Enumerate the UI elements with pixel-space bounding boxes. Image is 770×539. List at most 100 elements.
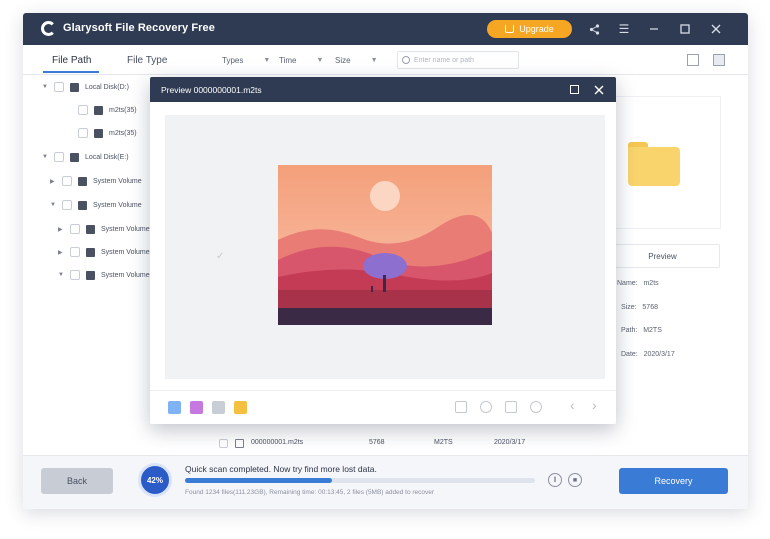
zoom-out-icon[interactable]: [530, 401, 542, 413]
info-label: Size:: [621, 304, 637, 311]
fit-screen-icon[interactable]: [455, 401, 467, 413]
info-row: Date: 2020/3/17: [621, 351, 675, 358]
checkbox[interactable]: [62, 176, 72, 186]
expand-arrow-icon[interactable]: ▼: [50, 202, 56, 208]
next-icon[interactable]: ›: [592, 397, 597, 413]
video-tool-icon[interactable]: [190, 401, 203, 414]
expand-arrow-icon[interactable]: ▶: [58, 249, 64, 256]
folder-icon: [78, 200, 87, 210]
size-filter-label: Size: [335, 55, 351, 65]
search-input[interactable]: Enter name or path: [397, 51, 519, 69]
app-logo-icon: [41, 21, 56, 36]
minimize-icon[interactable]: [645, 20, 663, 38]
grid-view-icon[interactable]: [687, 54, 699, 66]
time-filter[interactable]: Time ▼: [279, 52, 323, 68]
audio-tool-icon[interactable]: [234, 401, 247, 414]
previous-icon[interactable]: ‹: [570, 397, 575, 413]
folder-icon: [94, 105, 103, 115]
document-tool-icon[interactable]: [212, 401, 225, 414]
expand-arrow-icon[interactable]: ▼: [58, 272, 64, 278]
drive-icon: [70, 152, 79, 162]
file-type: M2TS: [434, 439, 453, 446]
close-icon[interactable]: [707, 20, 725, 38]
preview-image: [278, 165, 492, 325]
recovery-button[interactable]: Recovery: [619, 468, 728, 494]
file-name: 000000001.m2ts: [251, 439, 304, 446]
scan-progress-fill: [185, 478, 332, 483]
checkbox[interactable]: [54, 152, 64, 162]
types-filter[interactable]: Types ▼: [222, 52, 270, 68]
tree-item[interactable]: ▼ System Volume: [50, 198, 142, 212]
tree-item[interactable]: ▼ Local Disk(E:): [42, 150, 129, 164]
image-tool-icon[interactable]: [168, 401, 181, 414]
maximize-icon[interactable]: [676, 20, 694, 38]
scan-status-detail: Found 1234 files(111.23GB), Remaining ti…: [185, 489, 435, 496]
folder-icon: [94, 128, 103, 138]
stop-icon[interactable]: ■: [568, 473, 582, 487]
tree-item[interactable]: ▶ System Volume: [58, 245, 150, 259]
expand-arrow-icon[interactable]: ▼: [42, 84, 48, 90]
upgrade-label: Upgrade: [519, 24, 554, 34]
scan-status-message: Quick scan completed. Now try find more …: [185, 464, 377, 474]
tree-item-label: System Volume: [93, 177, 142, 185]
checkbox[interactable]: [62, 200, 72, 210]
tab-file-path[interactable]: File Path: [52, 55, 91, 66]
back-button[interactable]: Back: [41, 468, 113, 494]
tree-item-label: Local Disk(E:): [85, 153, 129, 161]
checkbox[interactable]: [70, 224, 80, 234]
checkbox[interactable]: [78, 128, 88, 138]
expand-arrow-icon[interactable]: ▶: [58, 226, 64, 233]
chevron-down-icon: ▼: [316, 56, 324, 64]
tree-item[interactable]: ▶ System Volume: [58, 222, 150, 236]
scan-progress-bar: [185, 478, 535, 483]
tree-item[interactable]: ▶ System Volume: [50, 174, 142, 188]
title-bar: Glarysoft File Recovery Free Upgrade ☰: [23, 13, 748, 45]
tree-item[interactable]: m2ts(35): [66, 126, 137, 140]
app-title: Glarysoft File Recovery Free: [63, 22, 215, 34]
tree-item[interactable]: m2ts(35): [66, 103, 137, 117]
info-row: Path: M2TS: [621, 327, 662, 334]
expand-arrow-icon[interactable]: ▼: [42, 154, 48, 160]
zoom-in-icon[interactable]: [505, 401, 517, 413]
maximize-icon[interactable]: [568, 83, 581, 96]
folder-icon: [86, 224, 95, 234]
info-label: Path:: [621, 327, 638, 334]
pause-icon[interactable]: ‖: [548, 473, 562, 487]
toolbar: File Path File Type Types ▼ Time ▼ Size …: [23, 45, 748, 75]
info-value: m2ts: [643, 280, 659, 287]
checkbox[interactable]: [219, 439, 228, 448]
drive-icon: [70, 82, 79, 92]
scan-progress-indicator: 42%: [138, 463, 172, 497]
preview-toolbar: ‹ ›: [150, 390, 616, 424]
types-filter-label: Types: [222, 55, 244, 65]
checkbox[interactable]: [70, 270, 80, 280]
folder-icon: [86, 270, 95, 280]
share-icon[interactable]: [585, 20, 603, 38]
checkbox[interactable]: [54, 82, 64, 92]
preview-dialog-title: Preview 0000000001.m2ts: [161, 85, 262, 95]
tab-file-type[interactable]: File Type: [127, 55, 167, 66]
info-value: M2TS: [643, 327, 662, 334]
tree-item[interactable]: ▼ System Volume: [58, 268, 150, 282]
menu-icon[interactable]: ☰: [615, 20, 633, 38]
check-icon: ✓: [216, 251, 225, 262]
tree-item[interactable]: ▼ Local Disk(D:): [42, 80, 129, 94]
checkbox[interactable]: [70, 247, 80, 257]
preview-button[interactable]: Preview: [605, 244, 720, 268]
expand-arrow-icon[interactable]: ▶: [50, 178, 56, 185]
folder-icon: [78, 176, 87, 186]
checkbox[interactable]: [78, 105, 88, 115]
tree-item-label: m2ts(35): [109, 106, 137, 114]
folder-icon: [628, 142, 680, 186]
time-filter-label: Time: [279, 55, 297, 65]
list-view-icon[interactable]: [713, 54, 725, 66]
folder-icon: [86, 247, 95, 257]
table-row[interactable]: 000000001.m2ts 5768 M2TS 2020/3/17: [219, 436, 569, 452]
rotate-icon[interactable]: [480, 401, 492, 413]
upgrade-button[interactable]: Upgrade: [487, 20, 572, 38]
close-icon[interactable]: [592, 83, 605, 96]
chevron-down-icon: ▼: [263, 56, 271, 64]
tree-item-label: System Volume: [93, 201, 142, 209]
size-filter[interactable]: Size ▼: [335, 52, 378, 68]
chevron-down-icon: ▼: [370, 56, 378, 64]
